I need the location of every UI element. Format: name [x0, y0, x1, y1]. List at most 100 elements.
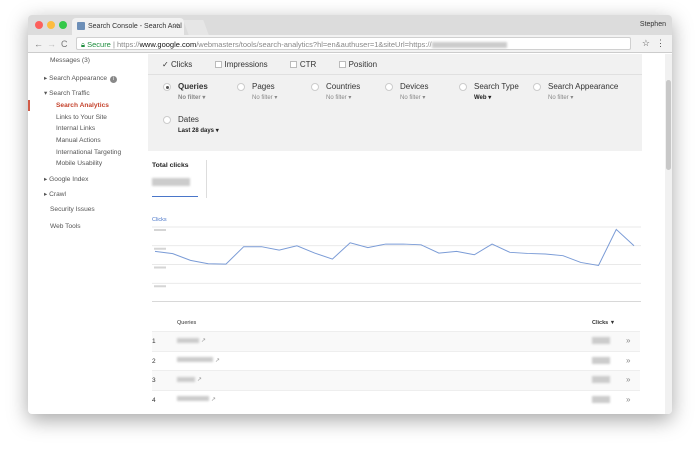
sidebar-item-internal-links[interactable]: Internal Links: [56, 125, 95, 132]
sidebar-item-messages[interactable]: Messages (3): [50, 57, 90, 64]
details-chevron-icon[interactable]: »: [626, 375, 630, 384]
data-point[interactable]: [455, 250, 458, 253]
scrollbar[interactable]: [665, 54, 672, 414]
data-point[interactable]: [260, 245, 263, 248]
sidebar-item-manual-actions[interactable]: Manual Actions: [56, 137, 101, 144]
data-point[interactable]: [526, 252, 529, 255]
filter-dropdown[interactable]: No filter ▾: [252, 94, 277, 101]
query-link[interactable]: ↗: [177, 396, 216, 403]
sidebar-item-google-index[interactable]: ▸ Google Index: [44, 175, 88, 183]
external-link-icon[interactable]: ↗: [197, 377, 202, 383]
sidebar-item-crawl[interactable]: ▸ Crawl: [44, 190, 66, 198]
data-point[interactable]: [349, 241, 352, 244]
query-link[interactable]: ↗: [177, 357, 220, 364]
data-point[interactable]: [171, 252, 174, 255]
data-point[interactable]: [473, 253, 476, 256]
menu-icon[interactable]: ⋮: [656, 38, 665, 49]
close-window-button[interactable]: [35, 21, 43, 29]
dimension-queries[interactable]: Queries No filter ▾: [163, 82, 208, 101]
clicks-chart: Clicks: [152, 217, 641, 302]
table-row[interactable]: 1 ↗ »: [152, 331, 640, 351]
queries-header[interactable]: Queries: [177, 320, 196, 326]
external-link-icon[interactable]: ↗: [211, 397, 216, 403]
sidebar-item-search-traffic[interactable]: ▾ Search Traffic: [44, 89, 90, 97]
sidebar-item-mobile[interactable]: Mobile Usability: [56, 160, 102, 167]
data-point[interactable]: [420, 243, 423, 246]
data-point[interactable]: [207, 262, 210, 265]
external-link-icon[interactable]: ↗: [215, 358, 220, 364]
data-point[interactable]: [242, 245, 245, 248]
filter-dropdown[interactable]: Last 28 days ▾: [178, 127, 219, 134]
external-link-icon[interactable]: ↗: [201, 338, 206, 344]
impressions-checkbox[interactable]: Impressions: [214, 60, 278, 69]
data-point[interactable]: [224, 263, 227, 266]
profile-name[interactable]: Stephen: [640, 21, 666, 28]
dimension-search-type[interactable]: Search Type Web ▾: [459, 82, 519, 101]
clicks-checkbox[interactable]: ✓ Clicks: [162, 60, 202, 69]
dimension-dates[interactable]: Dates Last 28 days ▾: [163, 115, 219, 134]
sidebar-item-security[interactable]: Security Issues: [50, 206, 95, 213]
filter-dropdown[interactable]: No filter ▾: [326, 94, 360, 101]
url-input[interactable]: 🔒︎ Secure | https://www.google.com/webma…: [76, 37, 631, 50]
table-row[interactable]: 4 ↗ »: [152, 389, 640, 410]
main-content: ✓ Clicks Impressions CTR Position Querie…: [145, 54, 665, 414]
details-chevron-icon[interactable]: »: [626, 395, 630, 404]
data-point[interactable]: [491, 243, 494, 246]
reload-icon[interactable]: C: [61, 39, 68, 49]
back-icon[interactable]: ←: [34, 39, 43, 49]
sidebar-item-search-appearance[interactable]: ▸ Search Appearance i: [44, 74, 118, 83]
details-chevron-icon[interactable]: »: [626, 336, 630, 345]
data-point[interactable]: [295, 244, 298, 247]
bookmark-star-icon[interactable]: ☆: [642, 38, 650, 49]
ctr-checkbox[interactable]: CTR: [289, 60, 326, 69]
dimension-devices[interactable]: Devices No filter ▾: [385, 82, 428, 101]
data-point[interactable]: [278, 249, 281, 252]
data-point[interactable]: [544, 253, 547, 256]
query-link[interactable]: ↗: [177, 376, 202, 383]
data-point[interactable]: [615, 228, 618, 231]
table-row[interactable]: 2 ↗ »: [152, 350, 640, 371]
scrollbar-thumb[interactable]: [666, 80, 671, 170]
browser-tab[interactable]: Search Console - Search Anal ✕: [72, 18, 184, 35]
position-label: Position: [348, 60, 378, 69]
data-point[interactable]: [562, 254, 565, 257]
zoom-window-button[interactable]: [59, 21, 67, 29]
data-point[interactable]: [313, 252, 316, 255]
data-point[interactable]: [366, 246, 369, 249]
data-point[interactable]: [508, 251, 511, 254]
info-icon[interactable]: i: [110, 76, 118, 83]
data-point[interactable]: [579, 261, 582, 264]
close-tab-icon[interactable]: ✕: [173, 22, 179, 30]
dimension-label: Search Appearance: [548, 82, 619, 91]
data-point[interactable]: [189, 259, 192, 262]
query-redacted: [177, 357, 213, 363]
data-point[interactable]: [633, 244, 636, 247]
details-chevron-icon[interactable]: »: [626, 356, 630, 365]
filter-dropdown[interactable]: No filter ▾: [548, 94, 618, 101]
new-tab-button[interactable]: [183, 20, 209, 35]
sidebar-item-search-analytics[interactable]: Search Analytics: [56, 102, 109, 109]
table-row[interactable]: 3 ↗ »: [152, 370, 640, 390]
filter-dropdown[interactable]: No filter ▾: [178, 94, 208, 101]
filter-dropdown[interactable]: Web ▾: [474, 94, 519, 101]
data-point[interactable]: [402, 243, 405, 246]
minimize-window-button[interactable]: [47, 21, 55, 29]
data-point[interactable]: [384, 243, 387, 246]
forward-icon[interactable]: →: [47, 39, 56, 49]
dimension-countries[interactable]: Countries No filter ▾: [311, 82, 360, 101]
clicks-header[interactable]: Clicks ▼: [592, 320, 615, 326]
data-point[interactable]: [437, 252, 440, 255]
data-point[interactable]: [154, 250, 157, 253]
total-clicks-label: Total clicks: [152, 162, 189, 169]
sidebar-item-links[interactable]: Links to Your Site: [56, 114, 107, 121]
dimension-search-appearance[interactable]: Search Appearance No filter ▾: [533, 82, 619, 101]
sidebar-item-international[interactable]: International Targeting: [56, 149, 121, 156]
dimension-pages[interactable]: Pages No filter ▾: [237, 82, 277, 101]
data-point[interactable]: [597, 264, 600, 267]
filter-dropdown[interactable]: No filter ▾: [400, 94, 428, 101]
query-link[interactable]: ↗: [177, 337, 206, 344]
summary-divider: [206, 160, 207, 198]
data-point[interactable]: [331, 258, 334, 261]
position-checkbox[interactable]: Position: [338, 60, 387, 69]
sidebar-item-web-tools[interactable]: Web Tools: [50, 223, 81, 230]
